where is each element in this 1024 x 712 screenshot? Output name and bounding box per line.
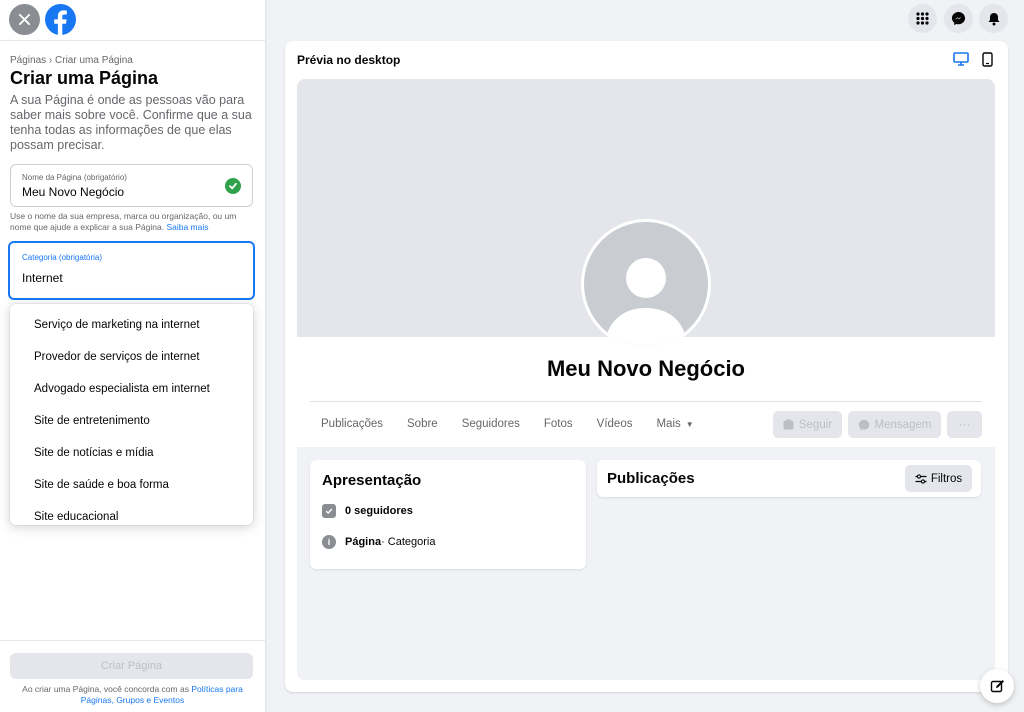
desktop-preview-panel: Prévia no desktop Meu Novo Negócio Publi… [285, 41, 1008, 692]
facebook-icon [54, 10, 67, 35]
filters-button[interactable]: Filtros [905, 465, 972, 492]
page-preview: Meu Novo Negócio Publicações Sobre Segui… [297, 79, 995, 680]
desktop-view-button[interactable] [953, 52, 969, 71]
category-row: i Página · Categoria [322, 535, 436, 549]
follow-icon [783, 419, 794, 430]
dropdown-option[interactable]: Site educacional [10, 501, 253, 525]
learn-more-link[interactable]: Saiba mais [166, 222, 208, 232]
tab-more[interactable]: Mais ▼ [656, 418, 693, 430]
intro-text: A sua Página é onde as pessoas vão para … [10, 93, 252, 152]
close-button[interactable] [9, 4, 40, 35]
grid-menu-icon [916, 12, 929, 25]
tab-posts[interactable]: Publicações [321, 418, 383, 430]
posts-card-title: Publicações [607, 470, 695, 487]
tab-about[interactable]: Sobre [407, 418, 438, 430]
tab-photos[interactable]: Fotos [544, 418, 573, 430]
messenger-icon [951, 11, 966, 26]
filters-label: Filtros [930, 472, 963, 485]
dropdown-option[interactable]: Serviço de marketing na internet [10, 309, 253, 341]
follow-label: Seguir [798, 418, 833, 431]
menu-button[interactable] [908, 4, 937, 33]
more-actions-button[interactable]: ··· [947, 411, 982, 438]
bell-icon [988, 12, 999, 25]
sidebar-footer: Criar Página Ao criar uma Página, você c… [0, 640, 265, 712]
category-field[interactable]: Categoria (obrigatória) Internet [8, 241, 255, 300]
check-icon [225, 178, 241, 194]
sidebar-topbar [0, 0, 265, 41]
mobile-view-button[interactable] [982, 52, 993, 72]
dropdown-option[interactable]: Site de saúde e boa forma [10, 469, 253, 501]
message-label: Mensagem [874, 418, 932, 431]
compose-button[interactable] [980, 669, 1014, 703]
caret-down-icon: ▼ [685, 419, 694, 429]
page-title: Criar uma Página [10, 68, 159, 88]
posts-card: Publicações Filtros [597, 460, 981, 497]
page-tabs: Publicações Sobre Seguidores Fotos Vídeo… [321, 418, 718, 430]
close-icon [18, 13, 31, 26]
page-name-helper: Use o nome da sua empresa, marca ou orga… [10, 211, 255, 233]
follow-button[interactable]: Seguir [773, 411, 842, 438]
avatar-placeholder-icon [604, 258, 688, 346]
followers-row: 0 seguidores [322, 504, 413, 518]
terms-text: Ao criar uma Página, você concorda com a… [6, 684, 259, 706]
tab-videos[interactable]: Vídeos [597, 418, 633, 430]
desktop-icon [953, 52, 969, 66]
followers-count: 0 seguidores [345, 505, 413, 517]
dropdown-option[interactable]: Provedor de serviços de internet [10, 341, 253, 373]
breadcrumb[interactable]: Páginas › Criar uma Página [10, 55, 133, 66]
followers-icon [322, 504, 336, 518]
page-name-field[interactable]: Nome da Página (obrigatório) Meu Novo Ne… [10, 164, 253, 207]
message-button[interactable]: Mensagem [848, 411, 941, 438]
create-page-button[interactable]: Criar Página [10, 653, 253, 679]
edit-icon [990, 679, 1004, 692]
category-input[interactable]: Internet [22, 271, 63, 285]
tab-followers[interactable]: Seguidores [462, 418, 520, 430]
facebook-logo[interactable] [45, 4, 76, 35]
mobile-icon [982, 52, 993, 67]
category-label: Categoria (obrigatória) [22, 253, 103, 262]
intro-card: Apresentação 0 seguidores i Página · Cat… [310, 460, 586, 569]
intro-card-title: Apresentação [322, 472, 422, 489]
page-type-label: Página [345, 536, 382, 548]
profile-picture [581, 219, 711, 349]
create-page-sidebar: Páginas › Criar uma Página Criar uma Pág… [0, 0, 265, 712]
messenger-button[interactable] [944, 4, 973, 33]
preview-title: Prévia no desktop [297, 53, 401, 67]
tab-more-label: Mais [656, 418, 681, 430]
messenger-icon [858, 419, 869, 430]
dropdown-option[interactable]: Site de notícias e mídia [10, 437, 253, 469]
page-name-label: Nome da Página (obrigatório) [22, 173, 127, 182]
divider [310, 401, 982, 402]
filter-icon [915, 473, 927, 484]
preview-page-name: Meu Novo Negócio [546, 356, 745, 381]
dropdown-option[interactable]: Site de entretenimento [10, 405, 253, 437]
terms-prefix: Ao criar uma Página, você concorda com a… [22, 684, 189, 694]
category-text: · Categoria [381, 536, 436, 548]
info-icon: i [322, 535, 336, 549]
notifications-button[interactable] [979, 4, 1008, 33]
dropdown-option[interactable]: Advogado especialista em internet [10, 373, 253, 405]
page-name-input[interactable]: Meu Novo Negócio [22, 185, 124, 199]
category-dropdown: Serviço de marketing na internet Provedo… [10, 304, 253, 525]
